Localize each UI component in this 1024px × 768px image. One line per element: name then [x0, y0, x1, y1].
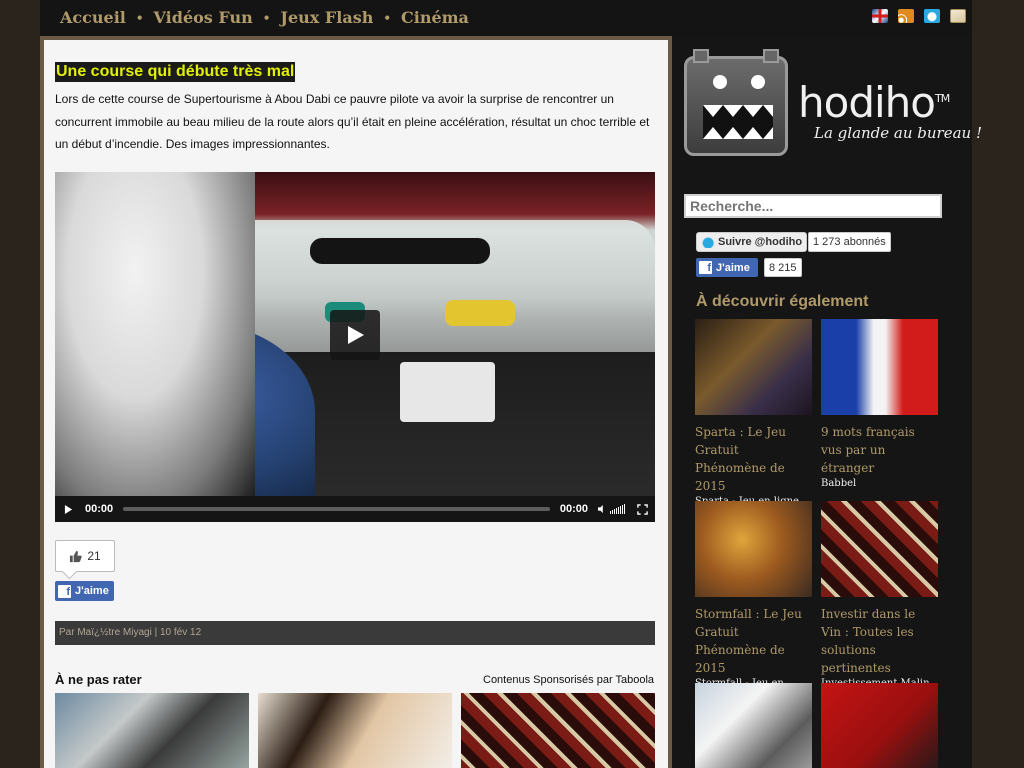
top-icons — [872, 9, 966, 23]
sponsored-thumb-2[interactable] — [258, 693, 452, 768]
thumbs-up-icon — [70, 550, 82, 562]
discover-title: Stormfall : Le Jeu Gratuit Phénomène de … — [695, 607, 802, 675]
article-body: Lors de cette course de Supertourisme à … — [55, 92, 650, 151]
meta-by: Par — [59, 627, 75, 638]
discover-item-babbel[interactable]: 9 mots français vus par un étranger Babb… — [821, 319, 938, 489]
mail-icon[interactable] — [950, 9, 966, 23]
discover-thumb — [695, 683, 812, 768]
play-button[interactable] — [330, 310, 380, 360]
twitter-icon[interactable] — [924, 9, 940, 23]
video-mirror — [310, 238, 490, 264]
video-car-yellow — [445, 300, 515, 326]
logo-monster-icon — [684, 49, 788, 156]
twitter-bird-icon — [701, 236, 714, 248]
discover-item-sparta[interactable]: Sparta : Le Jeu Gratuit Phénomène de 201… — [695, 319, 812, 507]
discover-heading: À découvrir également — [696, 293, 869, 310]
discover-item-5[interactable] — [695, 683, 812, 768]
video-player[interactable]: 00:00 00:00 — [55, 172, 655, 522]
video-controls: 00:00 00:00 — [55, 496, 655, 522]
discover-item-stormfall[interactable]: Stormfall : Le Jeu Gratuit Phénomène de … — [695, 501, 812, 700]
sponsored-thumb-1[interactable] — [55, 693, 249, 768]
twitter-follow-label: Suivre @hodiho — [718, 236, 803, 248]
discover-item-vin[interactable]: Investir dans le Vin : Toutes les soluti… — [821, 501, 938, 689]
nav-cinema[interactable]: Cinéma — [401, 8, 469, 27]
discover-item-6[interactable] — [821, 683, 938, 768]
logo-tagline: La glande au bureau ! — [814, 124, 983, 142]
video-helmet — [55, 172, 255, 498]
volume-icon[interactable] — [598, 502, 625, 516]
logo-text: hodihoTM — [798, 78, 950, 127]
discover-title: Investir dans le Vin : Toutes les soluti… — [821, 607, 916, 675]
facebook-icon: f — [58, 584, 71, 598]
main-nav: Accueil • Vidéos Fun • Jeux Flash • Ciné… — [60, 8, 469, 27]
article-title[interactable]: Une course qui débute très mal — [55, 62, 296, 82]
discover-thumb — [695, 501, 812, 597]
duration: 00:00 — [559, 503, 588, 515]
facebook-icon: f — [699, 261, 712, 274]
discover-title: Sparta : Le Jeu Gratuit Phénomène de 201… — [695, 425, 786, 493]
twitter-follow-button[interactable]: Suivre @hodiho — [696, 232, 808, 252]
nav-videos-fun[interactable]: Vidéos Fun — [154, 8, 253, 27]
main-content: Une course qui débute très mal Lors de c… — [40, 36, 672, 768]
search-input[interactable] — [684, 194, 942, 218]
site-logo[interactable]: hodihoTM La glande au bureau ! — [684, 49, 982, 156]
facebook-like-button[interactable]: f J'aime — [55, 581, 114, 601]
video-timeline[interactable] — [123, 507, 550, 511]
sidebar-facebook-like-button[interactable]: f J'aime — [696, 258, 758, 277]
sidebar-facebook-like-label: J'aime — [716, 261, 750, 274]
sponsored-by-link[interactable]: Contenus Sponsorisés par Taboola — [483, 674, 654, 686]
meta-separator: | — [154, 627, 158, 638]
sidebar: hodihoTM La glande au bureau ! Suivre @h… — [672, 36, 982, 768]
play-small-icon[interactable] — [61, 502, 75, 516]
sidebar-facebook-count: 8 215 — [764, 258, 802, 277]
like-count-box: 21 — [55, 540, 115, 572]
discover-thumb — [821, 683, 938, 768]
article-meta: Par Maï¿½tre Miyagi | 10 fév 12 — [55, 621, 655, 645]
nav-accueil[interactable]: Accueil — [60, 8, 126, 27]
facebook-like-label: J'aime — [75, 585, 109, 597]
sponsored-heading: À ne pas rater — [55, 672, 142, 687]
discover-thumb — [821, 319, 938, 415]
current-time: 00:00 — [85, 503, 114, 515]
nav-separator: • — [262, 10, 271, 25]
nav-separator: • — [383, 10, 391, 25]
nav-jeux-flash[interactable]: Jeux Flash — [280, 8, 373, 27]
discover-source: Babbel — [821, 478, 857, 489]
rss-icon[interactable] — [898, 9, 914, 23]
volume-slider[interactable] — [610, 504, 625, 514]
meta-author[interactable]: Maï¿½tre Miyagi — [77, 627, 151, 638]
meta-date: 10 fév 12 — [159, 627, 202, 638]
twitter-follower-count: 1 273 abonnés — [808, 232, 891, 252]
uk-flag-icon[interactable] — [872, 9, 888, 23]
like-count: 21 — [87, 549, 101, 563]
discover-thumb — [695, 319, 812, 415]
video-gauge — [400, 362, 495, 422]
play-icon — [348, 326, 364, 344]
discover-thumb — [821, 501, 938, 597]
top-bar: Accueil • Vidéos Fun • Jeux Flash • Ciné… — [40, 0, 972, 36]
logo-trademark: TM — [934, 92, 950, 105]
fullscreen-icon[interactable] — [635, 502, 649, 516]
nav-separator: • — [135, 10, 144, 25]
sponsored-thumb-3[interactable] — [461, 693, 655, 768]
discover-title: 9 mots français vus par un étranger — [821, 425, 915, 475]
